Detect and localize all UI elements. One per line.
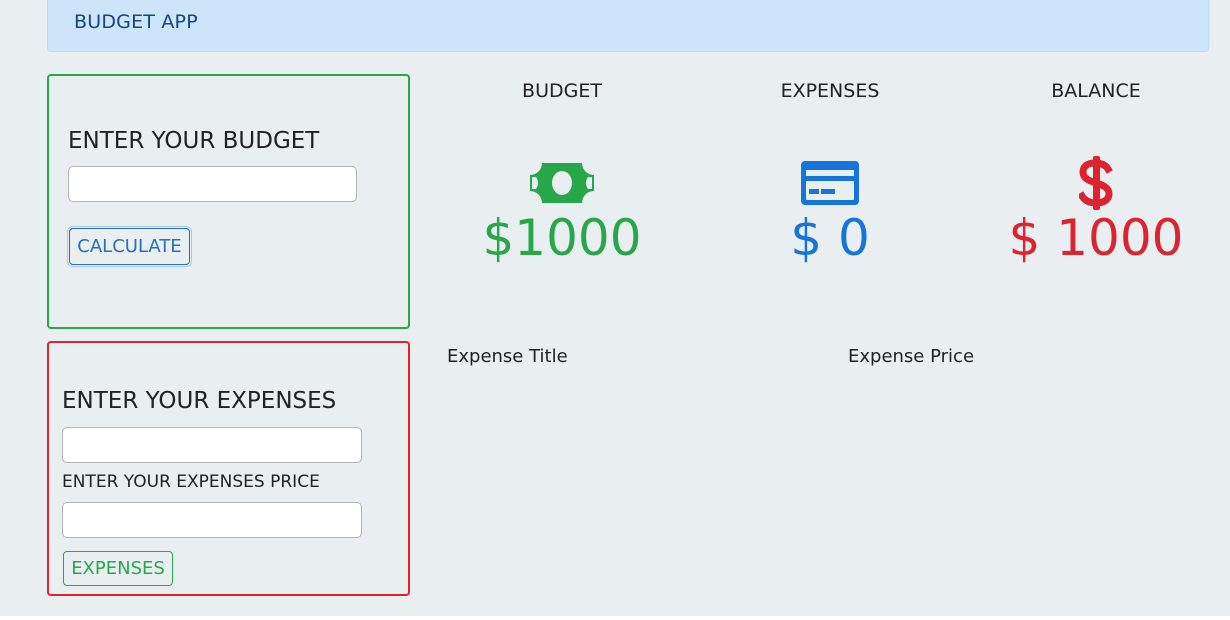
budget-heading: ENTER YOUR BUDGET: [68, 128, 320, 154]
budget-form: ENTER YOUR BUDGET CALCULATE: [47, 74, 410, 329]
balance-stat-title: BALANCE: [1051, 80, 1141, 102]
money-bill-icon: [437, 155, 687, 211]
expenses-stat-title: EXPENSES: [780, 80, 880, 102]
add-expense-button[interactable]: EXPENSES: [63, 551, 173, 586]
credit-card-icon: [801, 161, 859, 205]
expense-form: ENTER YOUR EXPENSES ENTER YOUR EXPENSES …: [47, 341, 410, 596]
budget-amount: $1000: [482, 209, 642, 267]
app-title[interactable]: BUDGET APP: [74, 11, 198, 33]
expenses-amount: $ 0: [790, 209, 870, 267]
expense-heading: ENTER YOUR EXPENSES: [62, 388, 337, 414]
credit-card-icon: [705, 155, 955, 211]
balance-amount: $ 1000: [1008, 209, 1184, 267]
dollar-sign-icon: [971, 155, 1221, 211]
expenses-stat: EXPENSES $ 0: [705, 78, 955, 270]
expense-title-column-header: Expense Title: [447, 346, 568, 367]
expense-price-column-header: Expense Price: [848, 346, 975, 367]
calculate-button[interactable]: CALCULATE: [69, 228, 190, 265]
expense-price-input[interactable]: [62, 502, 362, 538]
budget-stat-title: BUDGET: [522, 80, 602, 102]
budget-input[interactable]: [68, 166, 357, 202]
navbar: BUDGET APP: [47, 0, 1209, 52]
expense-price-label: ENTER YOUR EXPENSES PRICE: [62, 472, 320, 492]
budget-stat: BUDGET $1000: [437, 78, 687, 270]
money-bill-icon: [530, 163, 594, 203]
expense-title-input[interactable]: [62, 427, 362, 463]
balance-stat: BALANCE $ 1000: [971, 78, 1221, 270]
dollar-sign-icon: [1079, 156, 1113, 210]
